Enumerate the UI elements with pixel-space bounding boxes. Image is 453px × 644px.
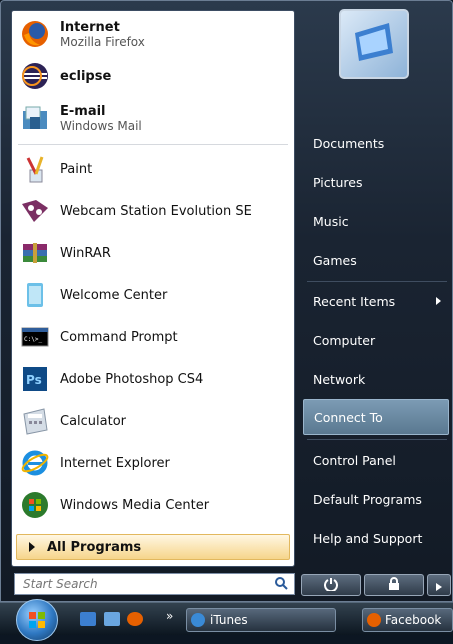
- right-item-games[interactable]: Games: [303, 243, 449, 277]
- programs-pane: Internet Mozilla Firefox eclipse E-mail Wi…: [11, 10, 295, 567]
- right-item-recent-items[interactable]: Recent Items: [303, 284, 449, 318]
- paint-icon: [18, 152, 52, 186]
- program-command-prompt[interactable]: C:\>_ Command Prompt: [18, 318, 290, 356]
- pinned-title: E-mail: [60, 103, 106, 119]
- taskbar-button-label: iTunes: [210, 613, 248, 627]
- program-label: Command Prompt: [60, 329, 178, 345]
- welcome-center-icon: [18, 278, 52, 312]
- program-label: Internet Explorer: [60, 455, 170, 471]
- chevron-right-icon[interactable]: »: [166, 609, 173, 623]
- search-icon[interactable]: [274, 575, 288, 594]
- chevron-right-icon: [436, 297, 441, 305]
- arrow-right-icon: [29, 542, 35, 552]
- pinned-title: eclipse: [60, 68, 112, 84]
- program-label: Calculator: [60, 413, 127, 429]
- firefox-icon: [367, 613, 381, 627]
- power-button[interactable]: [301, 574, 361, 596]
- program-label: Paint: [60, 161, 93, 177]
- right-item-connect-to[interactable]: Connect To: [303, 399, 449, 435]
- divider: [18, 144, 288, 145]
- right-item-label: Help and Support: [313, 530, 423, 546]
- right-item-label: Recent Items: [313, 293, 396, 309]
- taskbar-button-facebook[interactable]: Facebook: [362, 608, 453, 632]
- command-prompt-icon: C:\>_: [18, 320, 52, 354]
- program-media-center[interactable]: Windows Media Center: [18, 486, 290, 524]
- right-item-documents[interactable]: Documents: [303, 126, 449, 160]
- program-welcome-center[interactable]: Welcome Center: [18, 276, 290, 314]
- taskbar-button-label: Facebook: [385, 613, 442, 627]
- right-item-label: Documents: [313, 135, 385, 151]
- right-item-label: Computer: [313, 332, 376, 348]
- right-item-network[interactable]: Network: [303, 362, 449, 396]
- right-item-default-programs[interactable]: Default Programs: [303, 482, 449, 516]
- arrow-right-icon: [435, 576, 443, 595]
- internet-explorer-icon: [18, 446, 52, 480]
- switch-windows-icon[interactable]: [104, 612, 120, 626]
- right-item-label: Default Programs: [313, 491, 422, 507]
- right-item-help-support[interactable]: Help and Support: [303, 521, 449, 555]
- right-item-computer[interactable]: Computer: [303, 323, 449, 357]
- pinned-item-email[interactable]: E-mail Windows Mail: [18, 99, 290, 137]
- webcam-icon: [18, 194, 52, 228]
- right-item-label: Control Panel: [313, 452, 396, 468]
- user-picture[interactable]: [339, 9, 409, 79]
- program-label: Webcam Station Evolution SE: [60, 203, 252, 219]
- right-item-label: Music: [313, 213, 349, 229]
- mail-icon: [18, 101, 52, 135]
- right-item-label: Pictures: [313, 174, 363, 190]
- power-controls: [301, 574, 453, 596]
- firefox-icon[interactable]: [127, 612, 143, 626]
- search-box[interactable]: [14, 573, 295, 595]
- pinned-item-eclipse[interactable]: eclipse: [18, 57, 290, 95]
- power-options-button[interactable]: [427, 574, 451, 596]
- right-item-label: Connect To: [314, 409, 383, 425]
- program-photoshop[interactable]: Ps Adobe Photoshop CS4: [18, 360, 290, 398]
- itunes-icon: [191, 613, 205, 627]
- divider: [307, 281, 447, 282]
- lock-icon: [387, 576, 401, 595]
- right-item-pictures[interactable]: Pictures: [303, 165, 449, 199]
- pinned-item-internet[interactable]: Internet Mozilla Firefox: [18, 15, 290, 53]
- program-label: Adobe Photoshop CS4: [60, 371, 204, 387]
- program-paint[interactable]: Paint: [18, 150, 290, 188]
- pinned-subtitle: Windows Mail: [60, 118, 142, 133]
- eclipse-icon: [18, 59, 52, 93]
- right-item-label: Network: [313, 371, 366, 387]
- pinned-title: Internet: [60, 19, 120, 35]
- program-calculator[interactable]: Calculator: [18, 402, 290, 440]
- power-icon: [324, 576, 338, 595]
- taskbar: » iTunes Facebook: [0, 599, 453, 641]
- calculator-icon: [18, 404, 52, 438]
- all-programs-label: All Programs: [47, 539, 142, 555]
- program-label: WinRAR: [60, 245, 111, 261]
- start-button[interactable]: [16, 599, 58, 641]
- show-desktop-icon[interactable]: [80, 612, 96, 626]
- program-internet-explorer[interactable]: Internet Explorer: [18, 444, 290, 482]
- right-item-control-panel[interactable]: Control Panel: [303, 443, 449, 477]
- winrar-icon: [18, 236, 52, 270]
- photoshop-icon: Ps: [18, 362, 52, 396]
- start-menu: Internet Mozilla Firefox eclipse E-mail Wi…: [0, 0, 453, 602]
- svg-text:C:\>_: C:\>_: [24, 336, 42, 343]
- pinned-subtitle: Mozilla Firefox: [60, 34, 145, 49]
- lock-button[interactable]: [364, 574, 424, 596]
- all-programs-button[interactable]: All Programs: [16, 534, 290, 560]
- program-label: Windows Media Center: [60, 497, 210, 513]
- program-winrar[interactable]: WinRAR: [18, 234, 290, 272]
- program-label: Welcome Center: [60, 287, 168, 303]
- firefox-icon: [18, 17, 52, 51]
- right-item-label: Games: [313, 252, 357, 268]
- divider: [307, 439, 447, 440]
- media-center-icon: [18, 488, 52, 522]
- taskbar-button-itunes[interactable]: iTunes: [186, 608, 336, 632]
- search-input[interactable]: [21, 576, 255, 592]
- program-webcam-station[interactable]: Webcam Station Evolution SE: [18, 192, 290, 230]
- svg-text:Ps: Ps: [26, 373, 42, 387]
- right-item-music[interactable]: Music: [303, 204, 449, 238]
